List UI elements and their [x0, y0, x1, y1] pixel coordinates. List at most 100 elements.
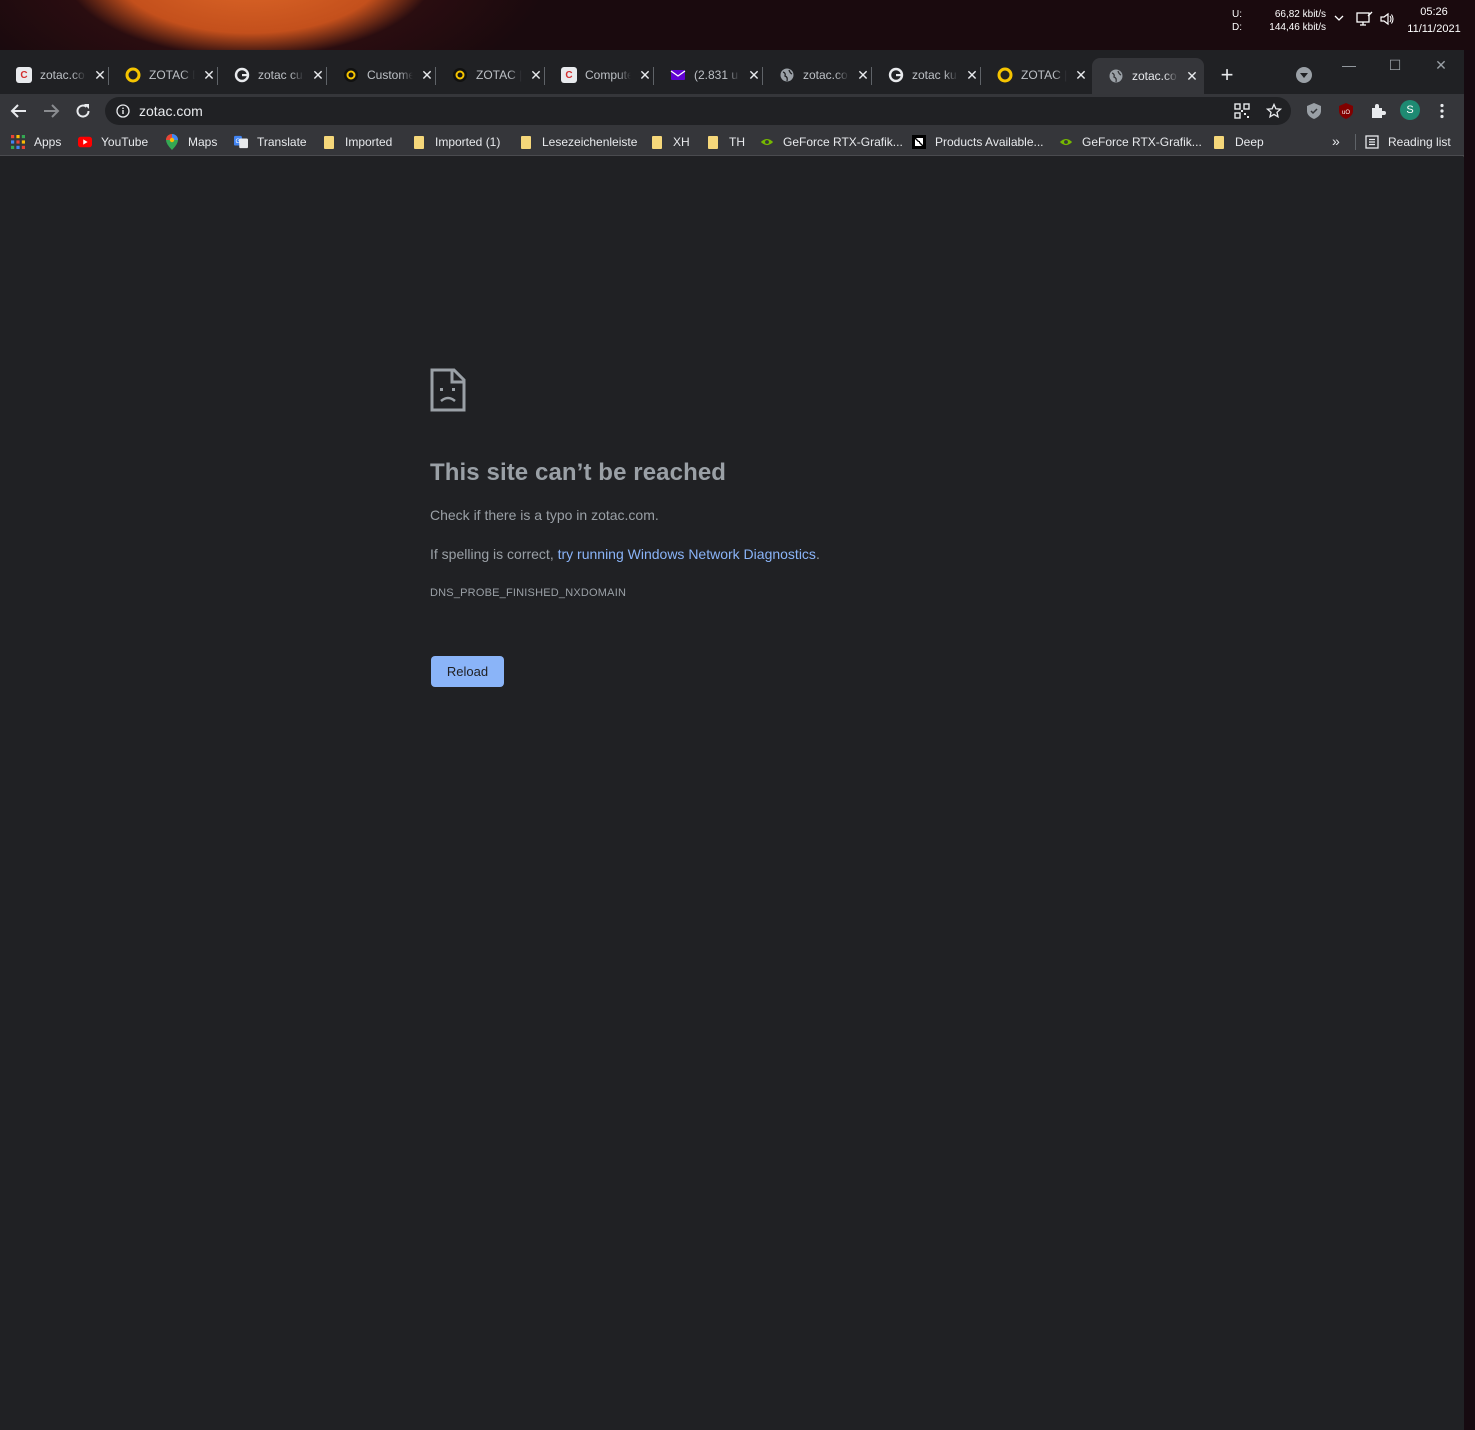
- bookmark-apps[interactable]: Apps: [11, 133, 61, 151]
- reading-list-button[interactable]: Reading list: [1365, 133, 1451, 151]
- diagnostics-link[interactable]: try running Windows Network Diagnostics: [558, 546, 816, 562]
- bookmarks-overflow-button[interactable]: »: [1332, 133, 1340, 149]
- zotac-icon: [452, 67, 468, 83]
- bookmark-maps[interactable]: Maps: [165, 133, 217, 151]
- bookmark-folder-deep[interactable]: Deep: [1212, 133, 1264, 151]
- refresh-icon: [76, 104, 90, 118]
- folder-icon: [706, 135, 720, 149]
- bookmark-label: GeForce RTX-Grafik...: [1082, 135, 1202, 149]
- close-icon[interactable]: ✕: [1184, 68, 1200, 84]
- bookmark-geforce-1[interactable]: GeForce RTX-Grafik...: [760, 133, 903, 151]
- tab-strip: C zotac.com ✕ ZOTAC D ✕ zotac cu ✕ Custo…: [0, 50, 1464, 94]
- tab-6[interactable]: C Computer ✕: [545, 60, 654, 90]
- tab-1[interactable]: C zotac.com ✕: [0, 60, 109, 90]
- bookmark-label: Translate: [257, 135, 307, 149]
- folder-icon: [1212, 135, 1226, 149]
- puzzle-extensions-icon[interactable]: [1369, 102, 1387, 120]
- bookmark-youtube[interactable]: YouTube: [78, 133, 148, 151]
- close-icon[interactable]: ✕: [964, 67, 980, 83]
- bookmark-label: Imported: [345, 135, 393, 149]
- info-icon[interactable]: [116, 104, 130, 118]
- bookmark-folder-imported[interactable]: Imported: [322, 133, 392, 151]
- close-icon[interactable]: ✕: [201, 67, 217, 83]
- tab-title: zotac cu: [258, 68, 303, 82]
- tab-7[interactable]: (2.831 u ✕: [654, 60, 763, 90]
- bookmarks-bar: Apps YouTube Maps G Translate Imported I…: [0, 128, 1464, 156]
- tab-active[interactable]: zotac.co ✕: [1092, 58, 1204, 94]
- error-title: This site can’t be reached: [430, 459, 727, 486]
- reading-list-icon: [1365, 135, 1379, 149]
- tab-title: ZOTAC |: [1021, 68, 1067, 82]
- extension-shield-icon[interactable]: [1305, 102, 1323, 120]
- tab-3[interactable]: zotac cu ✕: [218, 60, 327, 90]
- tab-5[interactable]: ZOTAC | ✕: [436, 60, 545, 90]
- bookmark-translate[interactable]: G Translate: [234, 133, 307, 151]
- maps-icon: [165, 134, 179, 150]
- google-icon: [234, 67, 250, 83]
- translate-icon: G: [234, 135, 248, 149]
- tab-2[interactable]: ZOTAC D ✕: [109, 60, 218, 90]
- browser-window: C zotac.com ✕ ZOTAC D ✕ zotac cu ✕ Custo…: [0, 50, 1464, 1430]
- address-bar[interactable]: zotac.com: [105, 97, 1291, 125]
- tab-title: zotac.co: [1132, 69, 1177, 83]
- diagnostics-suffix: .: [815, 546, 820, 562]
- close-icon[interactable]: ✕: [1073, 67, 1089, 83]
- bookmark-folder-imported-1[interactable]: Imported (1): [412, 133, 500, 151]
- maximize-icon[interactable]: ☐: [1380, 54, 1410, 76]
- arrow-right-icon: [44, 104, 60, 118]
- download-label: D:: [1232, 22, 1242, 33]
- profile-avatar[interactable]: S: [1400, 100, 1420, 120]
- back-button[interactable]: [6, 98, 32, 124]
- tab-title: (2.831 u: [694, 68, 739, 82]
- tab-title: ZOTAC |: [476, 68, 522, 82]
- bookmark-label: Deep: [1235, 135, 1264, 149]
- bookmark-products-available[interactable]: Products Available...: [912, 133, 1044, 151]
- clock[interactable]: 05:26 11/11/2021: [1400, 4, 1468, 38]
- close-icon[interactable]: ✕: [419, 67, 435, 83]
- tab-10[interactable]: ZOTAC | ✕: [981, 60, 1090, 90]
- volume-icon[interactable]: [1379, 11, 1395, 27]
- download-speed: 144,46 kbit/s: [1269, 22, 1326, 33]
- tray-chevron-icon[interactable]: [1333, 12, 1345, 24]
- reload-button[interactable]: Reload: [431, 656, 504, 687]
- nvidia-icon: [760, 135, 774, 149]
- tab-title: zotac ku: [912, 68, 957, 82]
- tab-8[interactable]: zotac.co ✕: [763, 60, 872, 90]
- tab-search-icon[interactable]: [1296, 67, 1312, 83]
- bookmark-folder-xh[interactable]: XH: [650, 133, 690, 151]
- error-code: DNS_PROBE_FINISHED_NXDOMAIN: [430, 587, 627, 599]
- star-icon[interactable]: [1266, 103, 1282, 119]
- bookmark-geforce-2[interactable]: GeForce RTX-Grafik...: [1059, 133, 1202, 151]
- close-icon[interactable]: ✕: [310, 67, 326, 83]
- close-icon[interactable]: ✕: [528, 67, 544, 83]
- qr-code-icon[interactable]: [1234, 103, 1250, 119]
- minimize-icon[interactable]: —: [1334, 54, 1364, 76]
- bookmark-folder-lesezeichenleiste[interactable]: Lesezeichenleiste: [519, 133, 637, 151]
- close-icon[interactable]: ✕: [855, 67, 871, 83]
- close-icon[interactable]: ✕: [92, 67, 108, 83]
- close-icon[interactable]: ✕: [746, 67, 762, 83]
- ublock-icon[interactable]: uO: [1337, 102, 1355, 120]
- error-suggestion-diagnostics: If spelling is correct, try running Wind…: [430, 546, 820, 562]
- url-text[interactable]: zotac.com: [139, 103, 203, 119]
- tab-4[interactable]: Custome ✕: [327, 60, 436, 90]
- upload-label: U:: [1232, 9, 1242, 20]
- more-menu-icon[interactable]: [1433, 102, 1451, 120]
- close-icon[interactable]: ✕: [637, 67, 653, 83]
- bookmark-label: GeForce RTX-Grafik...: [783, 135, 903, 149]
- close-window-icon[interactable]: ✕: [1426, 54, 1456, 76]
- svg-text:G: G: [236, 138, 241, 145]
- forward-button[interactable]: [38, 98, 64, 124]
- network-icon[interactable]: [1355, 11, 1373, 27]
- new-tab-button[interactable]: +: [1215, 64, 1239, 88]
- bookmark-label: YouTube: [101, 135, 149, 149]
- bookmark-folder-th[interactable]: TH: [706, 133, 745, 151]
- reload-toolbar-button[interactable]: [70, 98, 96, 124]
- error-suggestion-typo: Check if there is a typo in zotac.com.: [430, 507, 659, 523]
- diagnostics-prefix: If spelling is correct,: [430, 546, 558, 562]
- bookmarks-divider: [1355, 134, 1356, 150]
- folder-icon: [519, 135, 533, 149]
- globe-icon: [779, 67, 795, 83]
- upload-speed: 66,82 kbit/s: [1274, 9, 1326, 20]
- tab-9[interactable]: zotac ku ✕: [872, 60, 981, 90]
